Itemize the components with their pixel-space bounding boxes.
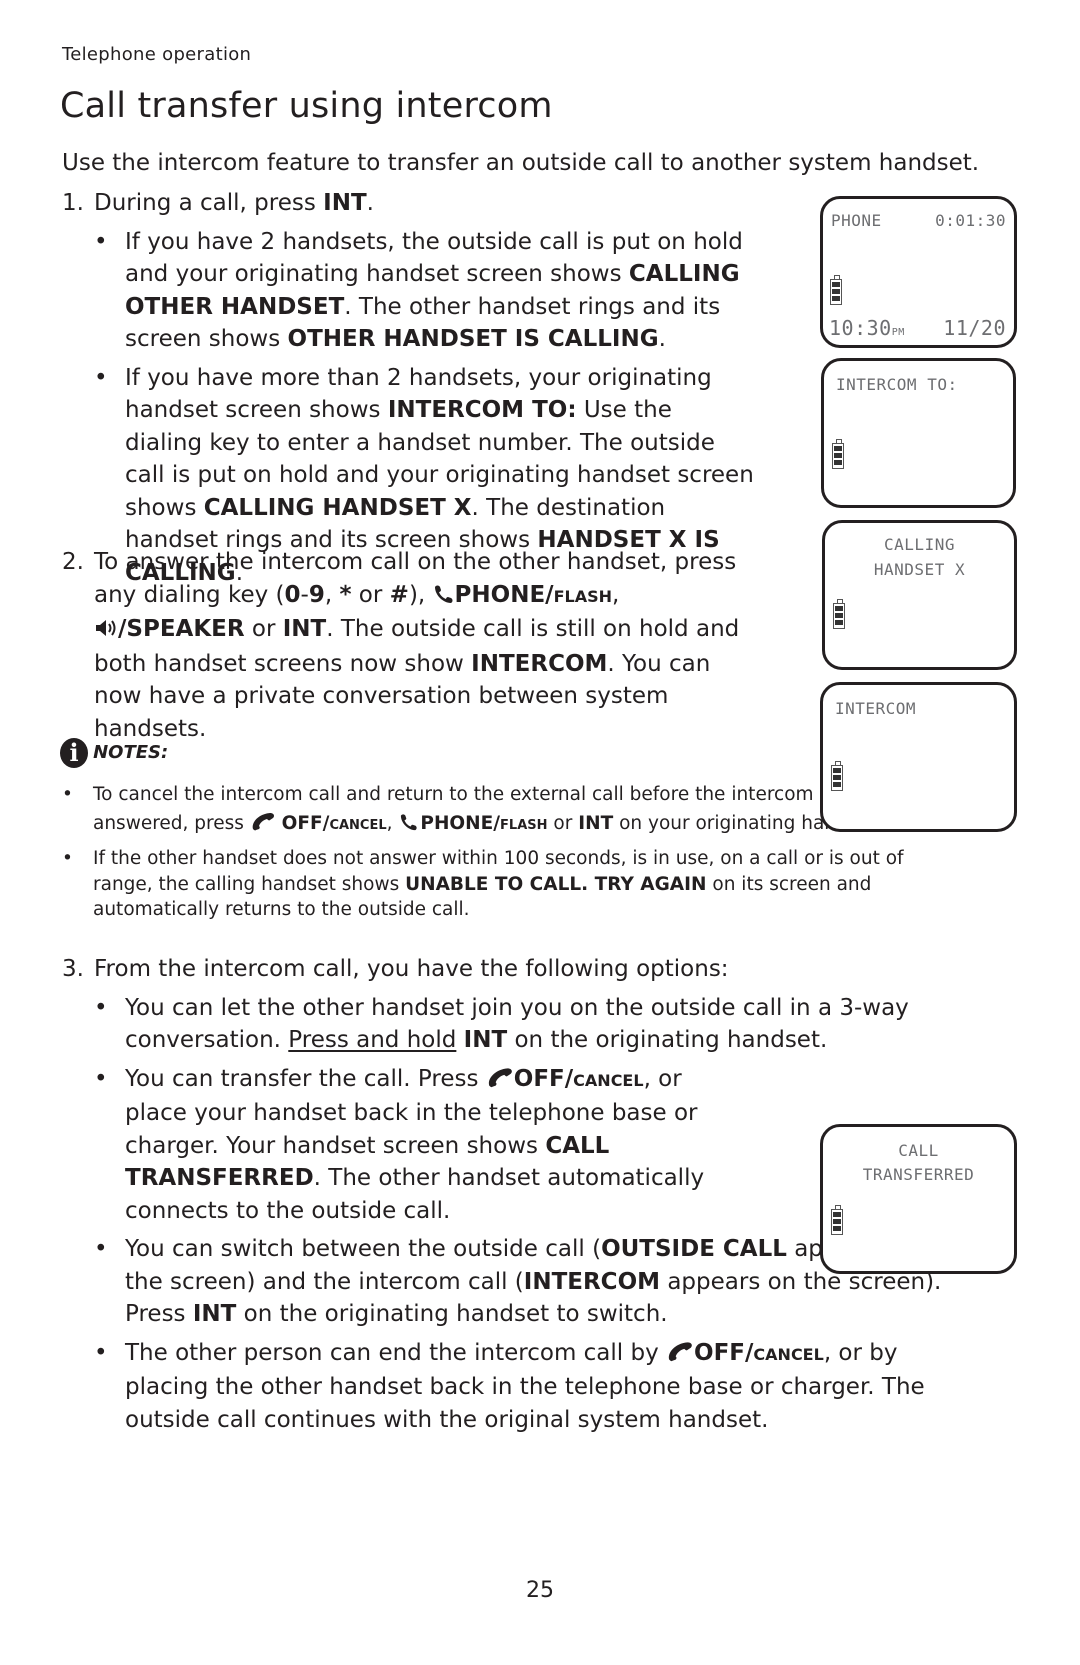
speaker-icon [94, 615, 118, 648]
list-item: You can let the other handset join you o… [94, 992, 925, 1057]
screen-phone: PHONE 0:01:30 10:30PM 11/20 [820, 196, 1017, 348]
off-cancel-icon [250, 811, 276, 840]
section-label: Telephone operation [62, 44, 252, 65]
screen-calling-handset: CALLING HANDSET X [822, 520, 1017, 670]
notes-header: i NOTES: [60, 738, 168, 768]
list-item: If you have 2 handsets, the outside call… [94, 226, 754, 356]
phone-handset-icon [433, 581, 455, 614]
battery-icon [830, 275, 842, 305]
battery-icon [831, 1205, 843, 1235]
screen-intercom-to: INTERCOM TO: [821, 358, 1016, 508]
key-int: INT [323, 190, 367, 216]
phone-handset-icon [398, 811, 420, 840]
off-cancel-icon [486, 1065, 514, 1098]
note-item: If the other handset does not answer wit… [62, 846, 962, 923]
page-number: 25 [526, 1578, 554, 1603]
star-key: * [339, 581, 352, 608]
battery-icon [831, 761, 843, 791]
step-1: 1. During a call, press INT. If you have… [62, 187, 792, 595]
intro-text: Use the intercom feature to transfer an … [62, 150, 980, 176]
screen-call-transferred: CALL TRANSFERRED [820, 1124, 1017, 1274]
step-2: 2. To answer the intercom call on the ot… [62, 546, 752, 745]
screen-intercom: INTERCOM [820, 682, 1017, 832]
battery-icon [832, 439, 844, 469]
list-item: The other person can end the intercom ca… [94, 1337, 960, 1437]
battery-icon [833, 599, 845, 629]
off-cancel-icon [666, 1339, 694, 1372]
notes-label: NOTES: [93, 742, 169, 763]
step-number: 1. [62, 190, 84, 216]
info-icon: i [60, 738, 88, 768]
step-3-lead: From the intercom call, you have the fol… [94, 956, 729, 982]
step-number: 2. [62, 549, 84, 575]
step-number: 3. [62, 956, 84, 982]
page-title: Call transfer using intercom [60, 86, 553, 126]
list-item: You can transfer the call. Press OFF/can… [94, 1063, 725, 1228]
step-1-bullets: If you have 2 handsets, the outside call… [94, 226, 754, 590]
